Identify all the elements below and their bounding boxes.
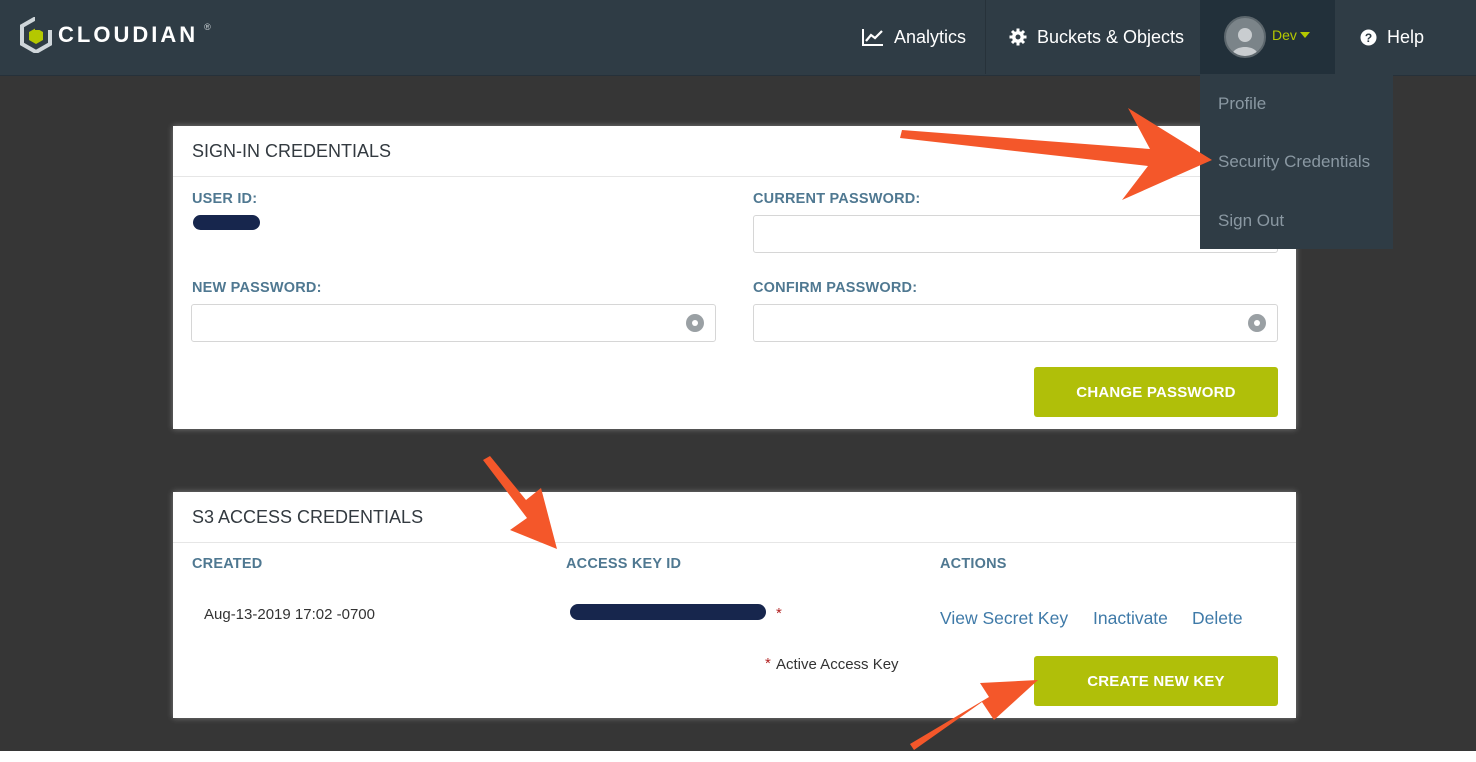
nav-divider [985, 0, 986, 74]
access-key-id-redacted [570, 604, 766, 620]
user-id-label: USER ID: [192, 191, 258, 207]
user-menu-toggle[interactable]: Dev [1200, 0, 1335, 74]
view-secret-key-link[interactable]: View Secret Key [940, 608, 1068, 629]
change-password-button[interactable]: CHANGE PASSWORD [1034, 367, 1278, 417]
confirm-password-input[interactable] [753, 304, 1278, 342]
top-navbar: CLOUDIAN ® Analytics Buckets & Objects D… [0, 0, 1476, 76]
password-manager-icon[interactable] [686, 314, 704, 332]
inactivate-link[interactable]: Inactivate [1093, 608, 1168, 629]
nav-help[interactable]: ? Help [1338, 0, 1446, 74]
signin-credentials-card: SIGN-IN CREDENTIALS USER ID: CURRENT PAS… [173, 126, 1296, 429]
user-id-value-redacted [193, 215, 260, 230]
user-name: Dev [1272, 27, 1310, 43]
question-circle-icon: ? [1360, 29, 1377, 45]
new-password-label: NEW PASSWORD: [192, 280, 322, 296]
column-header-created: CREATED [192, 556, 263, 572]
legend-active-access-key: Active Access Key [776, 656, 899, 673]
created-date: Aug-13-2019 17:02 -0700 [204, 606, 375, 623]
s3-credentials-card: S3 ACCESS CREDENTIALS CREATED ACCESS KEY… [173, 492, 1296, 718]
menu-item-sign-out[interactable]: Sign Out [1218, 211, 1284, 231]
nav-help-label: Help [1387, 26, 1425, 47]
user-name-label: Dev [1272, 27, 1297, 43]
menu-item-security-credentials[interactable]: Security Credentials [1218, 152, 1370, 172]
password-manager-icon[interactable] [1248, 314, 1266, 332]
create-new-key-button[interactable]: CREATE NEW KEY [1034, 656, 1278, 706]
cloudian-logo-icon [20, 17, 52, 53]
logo-trademark: ® [204, 22, 211, 32]
cloudian-logo[interactable]: CLOUDIAN ® [20, 16, 211, 54]
delete-link[interactable]: Delete [1192, 608, 1243, 629]
nav-analytics-label: Analytics [894, 26, 967, 47]
avatar [1224, 16, 1266, 58]
column-header-actions: ACTIONS [940, 556, 1007, 572]
line-chart-icon [862, 29, 883, 46]
user-dropdown-menu: Profile Security Credentials Sign Out [1200, 74, 1393, 249]
legend-marker: * [765, 655, 771, 672]
nav-analytics[interactable]: Analytics [840, 0, 988, 74]
current-password-label: CURRENT PASSWORD: [753, 191, 921, 207]
menu-item-profile[interactable]: Profile [1218, 94, 1266, 114]
column-header-access-key-id: ACCESS KEY ID [566, 556, 682, 572]
gear-icon [1009, 28, 1027, 46]
confirm-password-label: CONFIRM PASSWORD: [753, 280, 918, 296]
svg-text:?: ? [1365, 31, 1372, 45]
user-icon [1232, 28, 1258, 56]
new-password-input[interactable] [191, 304, 716, 342]
nav-buckets-label: Buckets & Objects [1037, 26, 1185, 47]
active-key-marker: * [776, 605, 782, 622]
logo-wordmark: CLOUDIAN [58, 22, 199, 47]
s3-card-title: S3 ACCESS CREDENTIALS [173, 492, 1296, 543]
chevron-down-icon [1299, 32, 1310, 38]
signin-card-title: SIGN-IN CREDENTIALS [173, 126, 1296, 177]
nav-buckets-objects[interactable]: Buckets & Objects [987, 0, 1206, 74]
